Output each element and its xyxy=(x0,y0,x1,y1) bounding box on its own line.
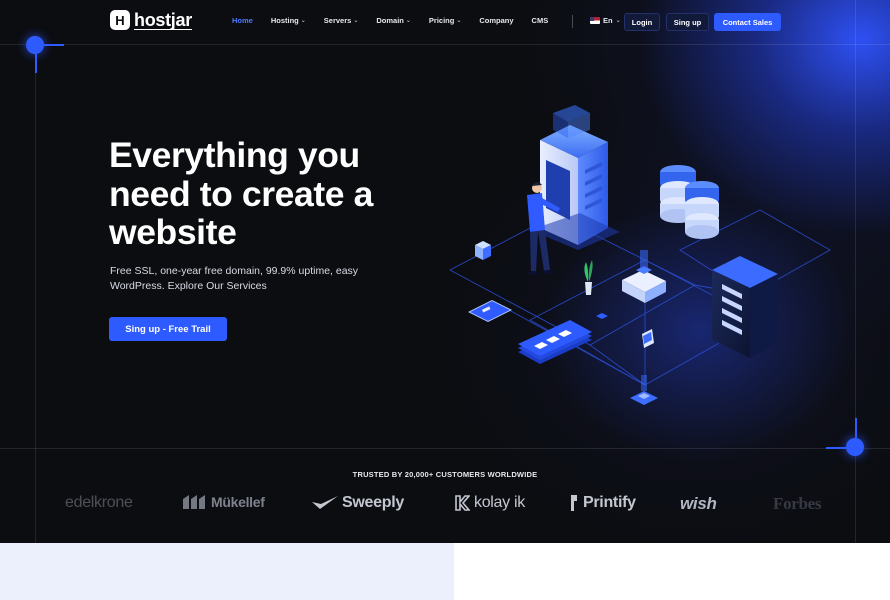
decor-dot-right xyxy=(846,438,864,456)
nav-item-company[interactable]: Company xyxy=(479,16,513,25)
brand-logo-sweeply: Sweeply xyxy=(312,494,404,512)
nav-item-hosting[interactable]: Hosting ⌄ xyxy=(271,16,306,25)
us-flag-icon xyxy=(590,17,600,24)
logo-badge: H xyxy=(110,10,130,30)
language-selector[interactable]: En ⌄ xyxy=(590,16,621,25)
nav-item-label: Company xyxy=(479,16,514,25)
hero-section: H hostjar Home Hosting ⌄ Servers ⌄ Domain ⌄… xyxy=(0,0,890,543)
brand-logo-wish: wish xyxy=(680,494,717,514)
mukellef-mark-icon xyxy=(183,495,205,509)
server-network-illustration xyxy=(449,105,831,405)
brand-name: kolay ik xyxy=(474,494,525,511)
main-menu: Home Hosting ⌄ Servers ⌄ Domain ⌄ Pricing ⌄ … xyxy=(232,16,566,25)
router-icon xyxy=(622,250,666,303)
server-rack-icon xyxy=(712,256,778,358)
dot-tick-right-v xyxy=(855,418,857,438)
logo-wordmark: hostjar xyxy=(134,9,192,30)
language-label: En xyxy=(603,16,613,25)
dot-tick-left xyxy=(44,44,64,46)
trusted-title: TRUSTED BY 20,000+ CUSTOMERS WORLDWIDE xyxy=(352,470,538,479)
brand-logo-mukellef: Mükellef xyxy=(183,494,265,510)
chip-icon xyxy=(596,313,608,319)
database-stack-icon xyxy=(660,165,719,239)
kolayik-k-icon xyxy=(455,495,470,511)
dot-tick-right xyxy=(826,447,846,449)
brand-logo-printify: Printify xyxy=(569,494,636,512)
nav-item-label: Hosting xyxy=(270,16,299,25)
customer-logos: edelkrone Mükellef Sweeply kolay ik Prin… xyxy=(60,490,850,520)
dot-tick-left-v xyxy=(35,53,37,73)
brand-name: edelkrone xyxy=(65,494,133,511)
brand-name: Printify xyxy=(583,494,636,511)
chevron-down-icon: ⌄ xyxy=(353,18,359,24)
nav-item-label: Domain xyxy=(376,16,404,25)
signup-button[interactable]: Sing up xyxy=(666,13,709,31)
document-icon xyxy=(642,329,654,348)
brand-name: Forbes xyxy=(773,494,822,513)
free-trial-button[interactable]: Sing up - Free Trail xyxy=(109,317,227,341)
nav-item-label: Pricing xyxy=(428,16,455,25)
chevron-down-icon: ⌄ xyxy=(615,18,621,24)
brand-logo-kolayik: kolay ik xyxy=(454,494,525,512)
next-section-panel-right xyxy=(454,543,890,600)
brand-logo-edelkrone: edelkrone xyxy=(65,494,133,512)
printify-mark-icon xyxy=(571,495,577,511)
nav-item-home[interactable]: Home xyxy=(232,16,253,25)
nav-item-label: Servers xyxy=(323,16,352,25)
top-navbar: H hostjar Home Hosting ⌄ Servers ⌄ Domain ⌄… xyxy=(0,0,890,44)
nav-item-label: CMS xyxy=(531,16,549,25)
nav-item-pricing[interactable]: Pricing ⌄ xyxy=(429,16,461,25)
cube-icon xyxy=(475,241,491,260)
chevron-down-icon: ⌄ xyxy=(405,18,411,24)
nav-divider xyxy=(572,15,573,28)
guide-line-top xyxy=(0,44,890,45)
hero-subtitle: Free SSL, one-year free domain, 99.9% up… xyxy=(110,265,359,292)
guide-line-right xyxy=(855,0,856,543)
login-button[interactable]: Login xyxy=(624,13,660,31)
nav-item-cms[interactable]: CMS xyxy=(532,16,549,25)
chevron-down-icon: ⌄ xyxy=(300,18,306,24)
guide-line-left xyxy=(35,44,36,543)
chevron-down-icon: ⌄ xyxy=(456,18,462,24)
brand-name: wish xyxy=(680,494,717,513)
next-section-panel-left xyxy=(0,543,454,600)
nav-item-servers[interactable]: Servers ⌄ xyxy=(324,16,359,25)
contact-sales-button[interactable]: Contact Sales xyxy=(714,13,781,31)
guide-line-bottom xyxy=(0,448,890,449)
nav-item-label: Home xyxy=(232,16,253,25)
brand-logo-forbes: Forbes xyxy=(773,494,843,514)
brand-name: Sweeply xyxy=(342,494,404,511)
plant-icon xyxy=(584,260,593,295)
brand-logo[interactable]: H hostjar xyxy=(110,10,192,30)
nav-item-domain[interactable]: Domain ⌄ xyxy=(376,16,411,25)
sweeply-check-icon xyxy=(312,496,338,509)
hero-headline: Everything you need to create a website xyxy=(109,135,373,252)
brand-name: Mükellef xyxy=(211,494,265,510)
laptop-icon xyxy=(468,300,512,322)
